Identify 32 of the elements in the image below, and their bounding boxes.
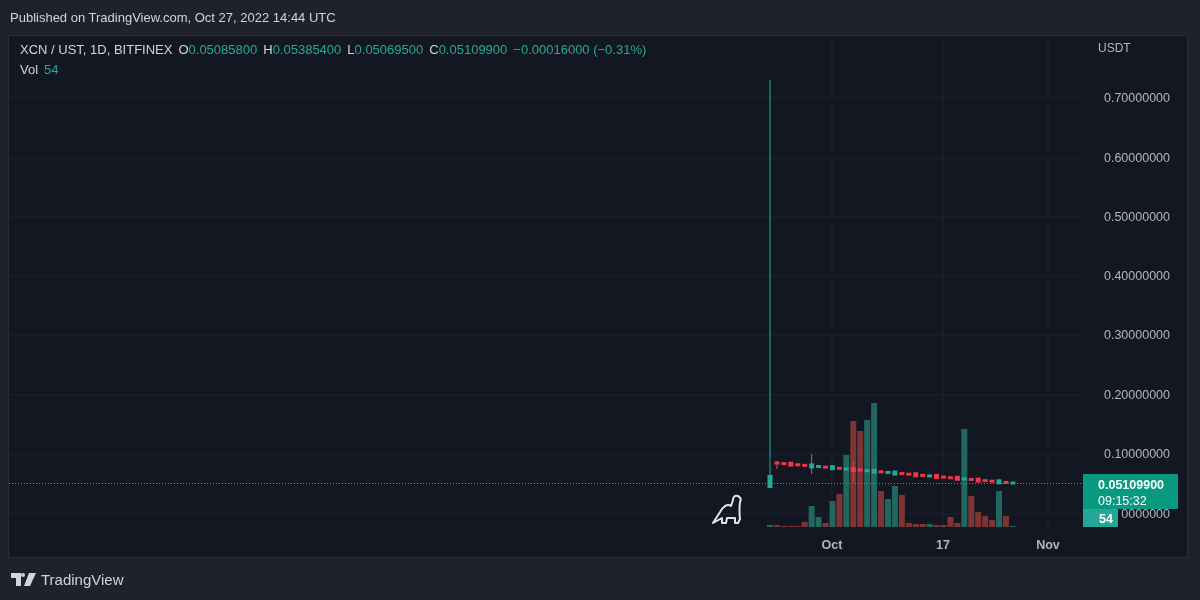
price-label: 0.30000000: [1103, 328, 1170, 342]
time-label: Oct: [821, 538, 843, 552]
time-label: 17: [936, 538, 950, 552]
ohlc-label: C: [429, 41, 439, 59]
countdown-text: 09:15:32: [1098, 494, 1147, 508]
logo-icon: [11, 572, 36, 586]
ohlc-label: O: [178, 41, 189, 59]
price-label: 0000000: [1121, 507, 1170, 521]
time-label: Nov: [1036, 538, 1060, 552]
ohlc-value: 0.05109900: [438, 41, 508, 59]
ohlc-value: 0.05069500: [354, 41, 424, 59]
dinosaur-icon: [712, 494, 742, 524]
volume-label: Vol: [20, 61, 39, 79]
ohlc-label: H: [263, 41, 273, 59]
symbol-info: XCN / UST, 1D, BITFINEX: [20, 41, 173, 59]
brand-name: TradingView: [41, 570, 124, 588]
price-label: 0.10000000: [1103, 447, 1170, 461]
price-label: 0.60000000: [1103, 151, 1170, 165]
ohlc-label: L: [347, 41, 355, 59]
price-axis-title: USDT: [1098, 41, 1131, 55]
price-label: 0.40000000: [1103, 269, 1170, 283]
volume-badge: [1083, 509, 1118, 527]
volume-badge-text: 54: [1099, 512, 1113, 526]
published-note: Published on TradingView.com, Oct 27, 2022 14:44 UTC: [10, 10, 336, 25]
price-label: 0.50000000: [1103, 210, 1170, 224]
price-label: 0.20000000: [1103, 388, 1170, 402]
ohlc-value: 0.05085800: [188, 41, 258, 59]
price-change: −0.00016000 (−0.31%): [513, 41, 647, 59]
ohlc-value: 0.05385400: [272, 41, 342, 59]
price-label: 0.70000000: [1103, 91, 1170, 105]
volume-value: 54: [44, 61, 59, 79]
last-price-text: 0.05109900: [1098, 478, 1165, 492]
